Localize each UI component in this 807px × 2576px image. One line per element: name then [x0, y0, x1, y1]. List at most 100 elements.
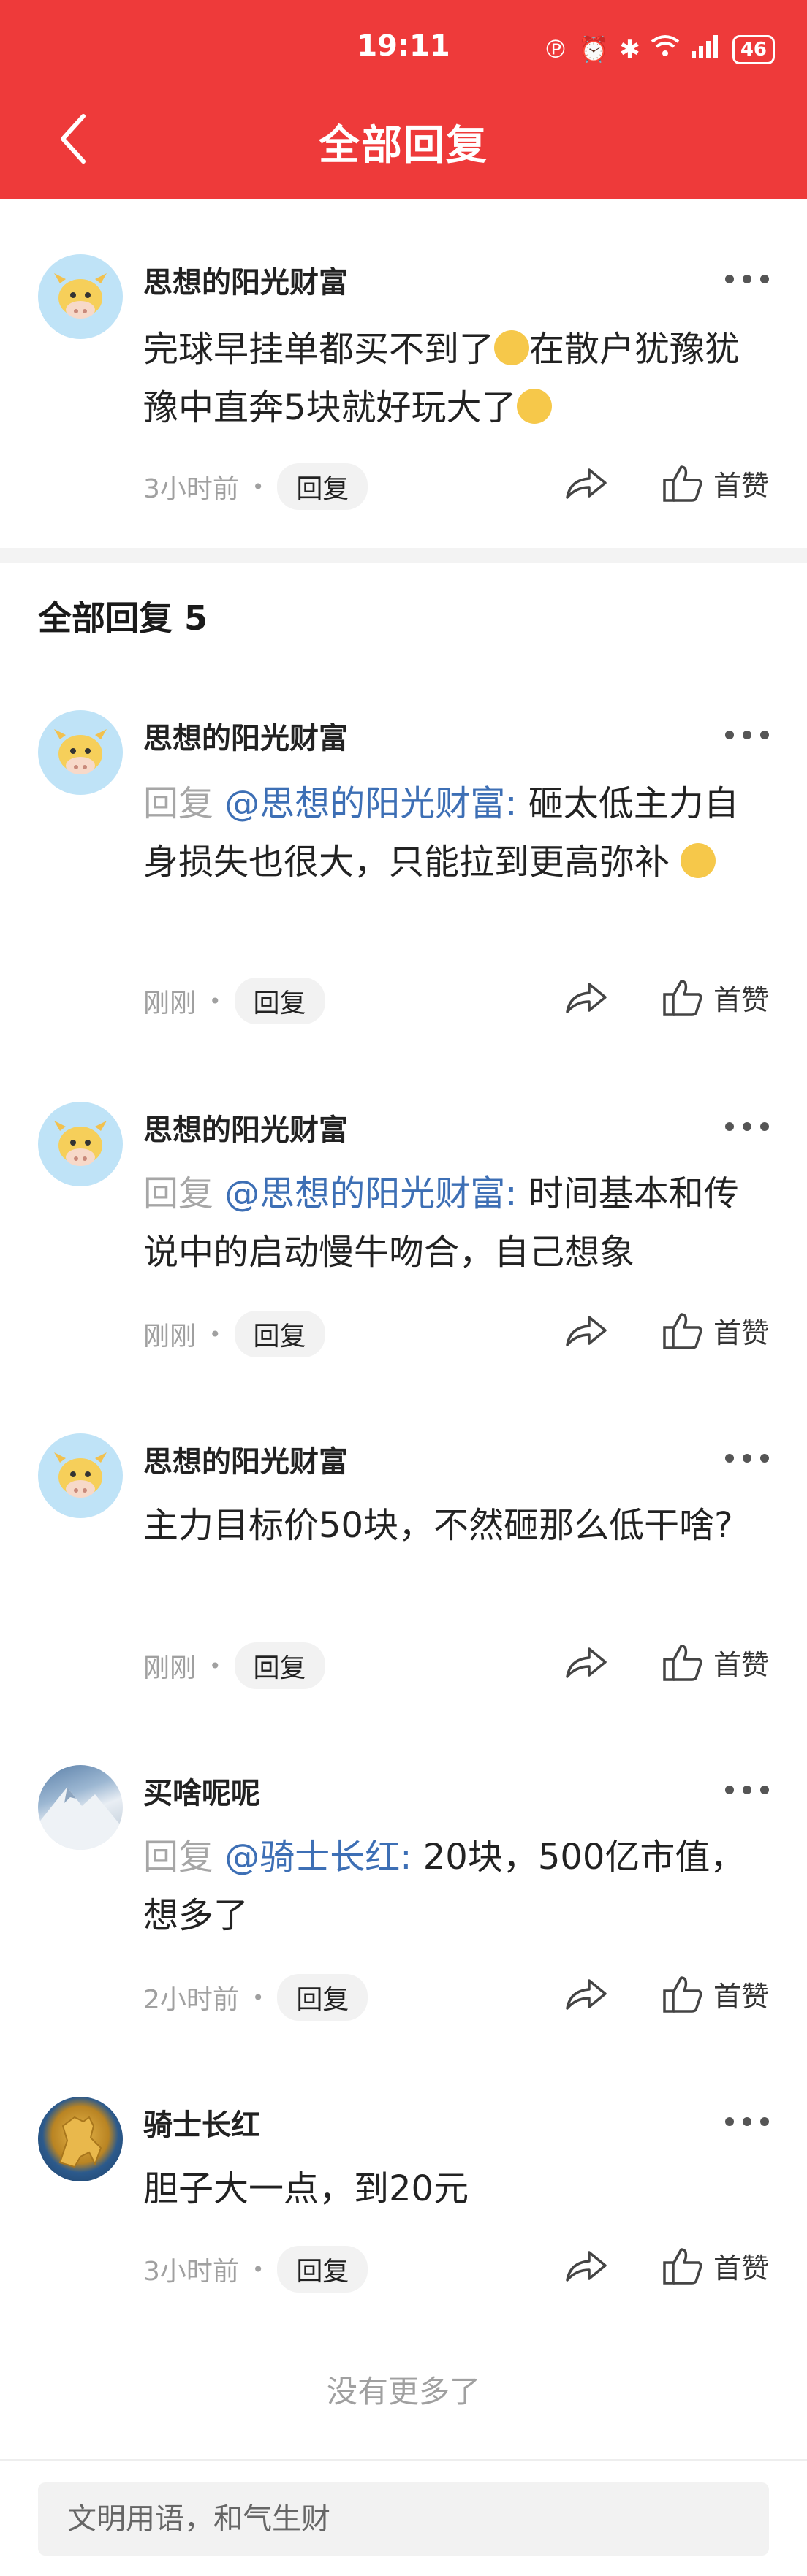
share-icon[interactable] — [564, 465, 608, 502]
avatar[interactable] — [38, 1433, 123, 1518]
separator-dot: • — [251, 474, 265, 499]
wifi-icon — [651, 34, 680, 64]
more-button[interactable] — [725, 731, 769, 739]
reply-item: 思想的阳光财富 回复 @思想的阳光财富: 时间基本和传说中的启动慢牛吻合，自己想… — [0, 1078, 807, 1392]
nfc-icon: ℗ — [542, 34, 568, 64]
like-label[interactable]: 首赞 — [713, 978, 769, 1018]
like-label[interactable]: 首赞 — [713, 1311, 769, 1351]
reply-text: 回复 @思想的阳光财富: 砸太低主力自身损失也很大，只能拉到更高弥补 — [143, 774, 772, 891]
reply-meta: 3小时前 • 回复 — [143, 2246, 368, 2293]
avatar[interactable] — [38, 1102, 123, 1186]
reply-item: 买啥呢呢 回复 @骑士长红: 20块，500亿市值，想多了 2小时前 • 回复 … — [0, 1742, 807, 2056]
reply-button[interactable]: 回复 — [277, 1974, 368, 2021]
reply-body: 主力目标价50块，不然砸那么低干啥? — [143, 1505, 733, 1546]
reply-body: 胆子大一点，到20元 — [143, 2168, 469, 2209]
post-text: 完球早挂单都买不到了 在散户犹豫犹豫中直奔5块就好玩大了 — [143, 320, 772, 437]
timestamp: 3小时前 — [143, 474, 239, 504]
battery-indicator: 46 — [732, 34, 775, 64]
separator-dot: • — [251, 2257, 265, 2282]
timestamp: 3小时前 — [143, 2257, 239, 2287]
author-name[interactable]: 买啥呢呢 — [143, 1769, 260, 1812]
comment-input[interactable]: 文明用语，和气生财 — [38, 2482, 769, 2556]
status-bar: 19:11 ℗ ⏰ ✱ 46 — [0, 29, 807, 73]
page-title: 全部回复 — [319, 122, 488, 169]
avatar[interactable] — [38, 1765, 123, 1850]
author-name[interactable]: 骑士长红 — [143, 2101, 260, 2144]
more-button[interactable] — [725, 1122, 769, 1131]
laughing-tears-emoji-icon — [494, 330, 530, 365]
share-icon[interactable] — [564, 1976, 608, 2013]
reply-button[interactable]: 回复 — [234, 1311, 325, 1357]
5g-signal-icon — [690, 34, 722, 65]
section-divider — [0, 548, 807, 563]
thumbs-up-icon[interactable] — [662, 2247, 703, 2286]
separator-dot: • — [209, 1322, 221, 1346]
status-icons: ℗ ⏰ ✱ 46 — [543, 34, 775, 65]
cow-icon — [54, 729, 107, 774]
separator-dot: • — [251, 1985, 265, 2010]
avatar[interactable] — [38, 710, 123, 795]
reply-actions: 首赞 — [564, 1311, 769, 1351]
reply-actions: 首赞 — [564, 2246, 769, 2286]
mention-link[interactable]: @思想的阳光财富: — [224, 783, 517, 824]
reply-button[interactable]: 回复 — [277, 463, 368, 510]
like-label[interactable]: 首赞 — [713, 2246, 769, 2286]
share-icon[interactable] — [564, 2248, 608, 2285]
reply-actions: 首赞 — [564, 1974, 769, 2014]
end-of-list-text: 没有更多了 — [326, 2374, 480, 2409]
post-meta: 3小时前 • 回复 — [143, 463, 368, 510]
timestamp: 刚刚 — [143, 1653, 197, 1683]
avatar[interactable] — [38, 2097, 123, 2181]
comment-bar: 文明用语，和气生财 — [0, 2459, 807, 2576]
share-icon[interactable] — [564, 1313, 608, 1349]
reply-button[interactable]: 回复 — [234, 1642, 325, 1689]
reply-button[interactable]: 回复 — [277, 2246, 368, 2293]
post-text-part-1: 完球早挂单都买不到了 — [143, 329, 495, 370]
snow-mountain-icon — [38, 1787, 123, 1850]
separator-dot: • — [209, 988, 221, 1013]
author-name[interactable]: 思想的阳光财富 — [143, 715, 348, 757]
main-post: 思想的阳光财富 完球早挂单都买不到了 在散户犹豫犹豫中直奔5块就好玩大了 3小时前… — [0, 199, 807, 548]
thumbs-up-icon[interactable] — [662, 978, 703, 1018]
bluetooth-icon: ✱ — [619, 34, 640, 64]
reply-text: 回复 @骑士长红: 20块，500亿市值，想多了 — [143, 1828, 772, 1945]
share-icon[interactable] — [564, 980, 608, 1016]
reply-prefix: 回复 — [143, 1173, 214, 1214]
grinning-emoji-icon — [516, 389, 552, 424]
like-label[interactable]: 首赞 — [713, 1642, 769, 1683]
reply-button[interactable]: 回复 — [234, 978, 325, 1024]
like-label[interactable]: 首赞 — [713, 463, 769, 503]
author-name[interactable]: 思想的阳光财富 — [143, 259, 348, 301]
reply-actions: 首赞 — [564, 978, 769, 1018]
share-icon[interactable] — [564, 1645, 608, 1681]
thumbs-up-icon[interactable] — [662, 1975, 703, 2014]
more-button[interactable] — [725, 275, 769, 283]
avatar[interactable] — [38, 254, 123, 339]
post-actions: 首赞 — [564, 463, 769, 503]
golden-horse-icon — [58, 2116, 102, 2168]
cow-icon — [54, 1452, 107, 1498]
author-name[interactable]: 思想的阳光财富 — [143, 1106, 348, 1148]
thumbs-up-icon[interactable] — [662, 464, 703, 503]
reply-meta: 刚刚 • 回复 — [143, 1311, 325, 1357]
mention-link[interactable]: @骑士长红: — [224, 1837, 412, 1878]
author-name[interactable]: 思想的阳光财富 — [143, 1438, 348, 1480]
timestamp: 刚刚 — [143, 1322, 197, 1352]
reply-item: 思想的阳光财富 主力目标价50块，不然砸那么低干啥? 刚刚 • 回复 首赞 — [0, 1410, 807, 1724]
more-button[interactable] — [725, 1786, 769, 1794]
more-button[interactable] — [725, 1454, 769, 1463]
reply-prefix: 回复 — [143, 783, 214, 824]
alarm-icon: ⏰ — [577, 34, 610, 64]
thumbs-up-icon[interactable] — [662, 1643, 703, 1683]
reply-item: 骑士长红 胆子大一点，到20元 3小时前 • 回复 首赞 — [0, 2073, 807, 2336]
mention-link[interactable]: @思想的阳光财富: — [224, 1173, 517, 1214]
reply-meta: 刚刚 • 回复 — [143, 1642, 325, 1689]
reply-item: 思想的阳光财富 回复 @思想的阳光财富: 砸太低主力自身损失也很大，只能拉到更高… — [0, 687, 807, 1052]
reply-text: 回复 @思想的阳光财富: 时间基本和传说中的启动慢牛吻合，自己想象 — [143, 1165, 772, 1281]
timestamp: 2小时前 — [143, 1985, 239, 2015]
like-label[interactable]: 首赞 — [713, 1974, 769, 2014]
more-button[interactable] — [725, 2117, 769, 2126]
thumbs-up-icon[interactable] — [662, 1311, 703, 1351]
grinning-emoji-icon — [681, 843, 716, 878]
reply-text: 胆子大一点，到20元 — [143, 2160, 772, 2218]
